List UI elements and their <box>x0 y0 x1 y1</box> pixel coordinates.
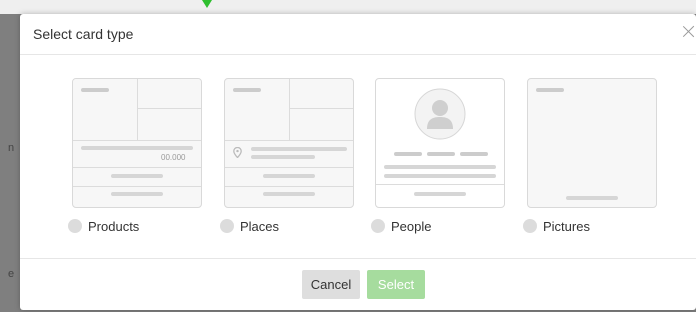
places-thumbnail[interactable] <box>224 78 354 208</box>
dialog-title: Select card type <box>33 26 134 42</box>
radio-option-products[interactable]: Products <box>68 218 139 234</box>
people-thumbnail[interactable] <box>375 78 505 208</box>
radio-option-people[interactable]: People <box>371 218 431 234</box>
card-option-products[interactable]: 00.000 Products <box>68 78 202 234</box>
radio-option-places[interactable]: Places <box>220 218 279 234</box>
radio-button[interactable] <box>68 219 82 233</box>
arrow-stem <box>206 0 208 3</box>
products-thumbnail[interactable]: 00.000 <box>72 78 202 208</box>
avatar-icon <box>414 88 466 140</box>
radio-button[interactable] <box>220 219 234 233</box>
radio-button[interactable] <box>371 219 385 233</box>
radio-button[interactable] <box>523 219 537 233</box>
radio-option-pictures[interactable]: Pictures <box>523 218 590 234</box>
select-button[interactable]: Select <box>367 270 425 299</box>
select-card-type-dialog: Select card type 00.000 Products Places … <box>20 14 696 310</box>
option-label: Pictures <box>543 218 590 234</box>
dialog-footer: Cancel Select <box>20 258 696 311</box>
option-label: Places <box>240 218 280 234</box>
location-pin-icon <box>233 147 242 158</box>
pictures-thumbnail[interactable] <box>527 78 657 208</box>
option-label: People <box>391 218 432 234</box>
background-text: e <box>8 268 15 280</box>
background-text: n <box>8 142 15 154</box>
card-option-pictures[interactable]: Pictures <box>523 78 657 234</box>
close-icon[interactable] <box>682 24 696 38</box>
card-type-options: 00.000 Products Places People Pictures <box>20 78 696 248</box>
cancel-button[interactable]: Cancel <box>302 270 360 299</box>
background-toolbar <box>0 0 696 14</box>
card-option-people[interactable]: People <box>371 78 505 234</box>
dialog-header: Select card type <box>20 14 696 55</box>
option-label: Products <box>88 218 140 234</box>
card-option-places[interactable]: Places <box>220 78 354 234</box>
price-text: 00.000 <box>161 153 186 162</box>
